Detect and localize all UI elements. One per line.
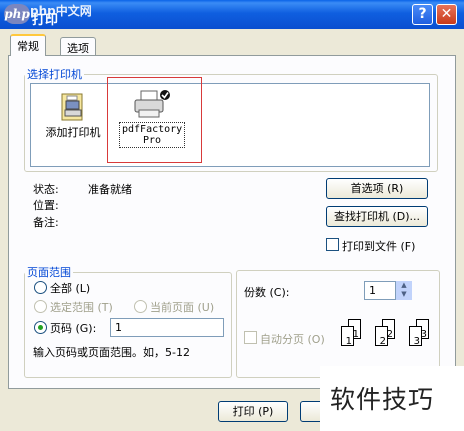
selection-radio[interactable] (34, 300, 47, 313)
find-printer-button[interactable]: 查找打印机 (D)... (326, 206, 428, 227)
php-logo-icon: php (4, 4, 30, 24)
watermark-bottom: 软件技巧 (330, 385, 435, 414)
print-to-file-label[interactable]: 打印到文件 (F) (342, 238, 415, 254)
title-bar[interactable]: php php中文网 打印 ? ✕ (0, 0, 464, 29)
copies-spinner[interactable]: ▲ ▼ (395, 281, 412, 300)
status-value: 准备就绪 (88, 183, 132, 196)
printer-list[interactable]: 添加打印机 pdfFactory Pro (30, 83, 430, 167)
tab-options[interactable]: 选项 (60, 37, 96, 56)
collate-page: 2 (375, 326, 388, 347)
tab-general[interactable]: 常规 (10, 34, 46, 56)
page-numbers-radio[interactable] (34, 321, 47, 334)
page-range-legend: 页面范围 (27, 266, 71, 279)
collate-checkbox[interactable] (244, 331, 257, 344)
add-printer-icon (61, 93, 83, 121)
status-label: 状态: (33, 183, 59, 196)
all-pages-radio[interactable] (34, 281, 47, 294)
page-numbers-label[interactable]: 页码 (G): (50, 320, 96, 336)
spin-up-icon[interactable]: ▲ (396, 281, 412, 290)
collate-label[interactable]: 自动分页 (O) (260, 331, 325, 347)
comment-label: 备注: (33, 216, 59, 229)
collate-page: 3 (409, 326, 422, 347)
add-printer-label: 添加打印机 (45, 126, 101, 139)
help-button[interactable]: ? (412, 4, 433, 25)
location-label: 位置: (33, 199, 59, 212)
copies-label: 份数 (C): (244, 286, 290, 299)
collate-page: 1 (341, 326, 354, 347)
print-button[interactable]: 打印 (P) (218, 401, 288, 422)
close-button[interactable]: ✕ (436, 4, 457, 25)
preferences-button[interactable]: 首选项 (R) (326, 178, 428, 199)
print-dialog: php php中文网 打印 ? ✕ 常规 选项 选择打印机 添加打印机 pdfF… (0, 0, 464, 431)
printer-item-add[interactable]: 添加打印机 (41, 92, 105, 140)
page-numbers-input[interactable]: 1 (110, 318, 224, 337)
page-range-hint: 输入页码或页面范围。如，5-12 (33, 346, 190, 359)
current-page-label[interactable]: 当前页面 (U) (150, 299, 214, 315)
print-to-file-checkbox[interactable] (326, 238, 339, 251)
selection-label[interactable]: 选定范围 (T) (50, 299, 113, 315)
selection-highlight (107, 77, 202, 163)
select-printer-legend: 选择打印机 (27, 68, 82, 81)
window-title: 打印 (32, 13, 59, 28)
spin-down-icon[interactable]: ▼ (396, 290, 412, 299)
all-pages-label[interactable]: 全部 (L) (50, 280, 90, 296)
current-page-radio[interactable] (134, 300, 147, 313)
